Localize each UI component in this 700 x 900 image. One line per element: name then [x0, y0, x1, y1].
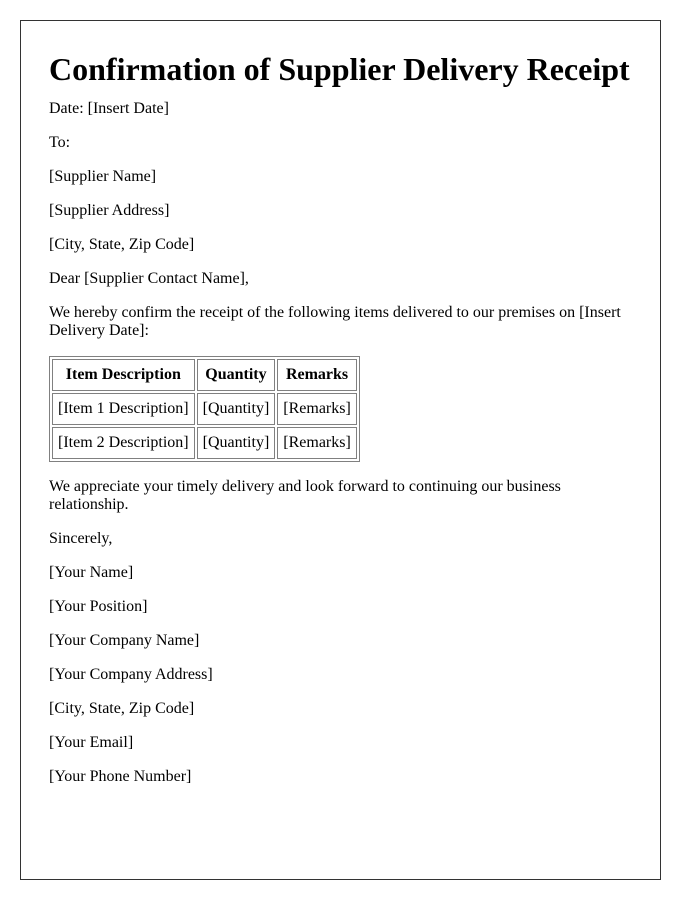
cell-remarks: [Remarks]	[277, 393, 357, 425]
sender-name: [Your Name]	[49, 564, 134, 581]
sender-company-address: [Your Company Address]	[49, 666, 213, 683]
supplier-name: [Supplier Name]	[49, 168, 157, 185]
sender-email: [Your Email]	[49, 734, 134, 751]
supplier-city-state-zip: [City, State, Zip Code]	[49, 236, 195, 253]
cell-item-description: [Item 1 Description]	[52, 393, 195, 425]
sender-phone: [Your Phone Number]	[49, 768, 192, 785]
cell-item-description: [Item 2 Description]	[52, 427, 195, 459]
table-header-row: Item Description Quantity Remarks	[52, 359, 357, 391]
intro-paragraph: We hereby confirm the receipt of the fol…	[49, 304, 621, 339]
supplier-address: [Supplier Address]	[49, 202, 170, 219]
letter-title: Confirmation of Supplier Delivery Receip…	[49, 51, 630, 87]
letter-container: Confirmation of Supplier Delivery Receip…	[20, 20, 661, 880]
table-row: [Item 2 Description] [Quantity] [Remarks…	[52, 427, 357, 459]
cell-quantity: [Quantity]	[196, 393, 276, 425]
sender-position: [Your Position]	[49, 598, 148, 615]
closing-paragraph: We appreciate your timely delivery and l…	[49, 478, 561, 513]
date-line: Date: [Insert Date]	[49, 100, 169, 117]
cell-quantity: [Quantity]	[196, 427, 276, 459]
table-row: [Item 1 Description] [Quantity] [Remarks…	[52, 393, 357, 425]
sender-city-state-zip: [City, State, Zip Code]	[49, 700, 195, 717]
salutation: Dear [Supplier Contact Name],	[49, 270, 249, 287]
header-remarks: Remarks	[277, 359, 357, 391]
items-table: Item Description Quantity Remarks [Item …	[49, 356, 360, 462]
sign-off: Sincerely,	[49, 530, 113, 547]
header-quantity: Quantity	[196, 359, 276, 391]
to-label: To:	[49, 134, 71, 151]
sender-company: [Your Company Name]	[49, 632, 200, 649]
cell-remarks: [Remarks]	[277, 427, 357, 459]
header-item-description: Item Description	[52, 359, 195, 391]
